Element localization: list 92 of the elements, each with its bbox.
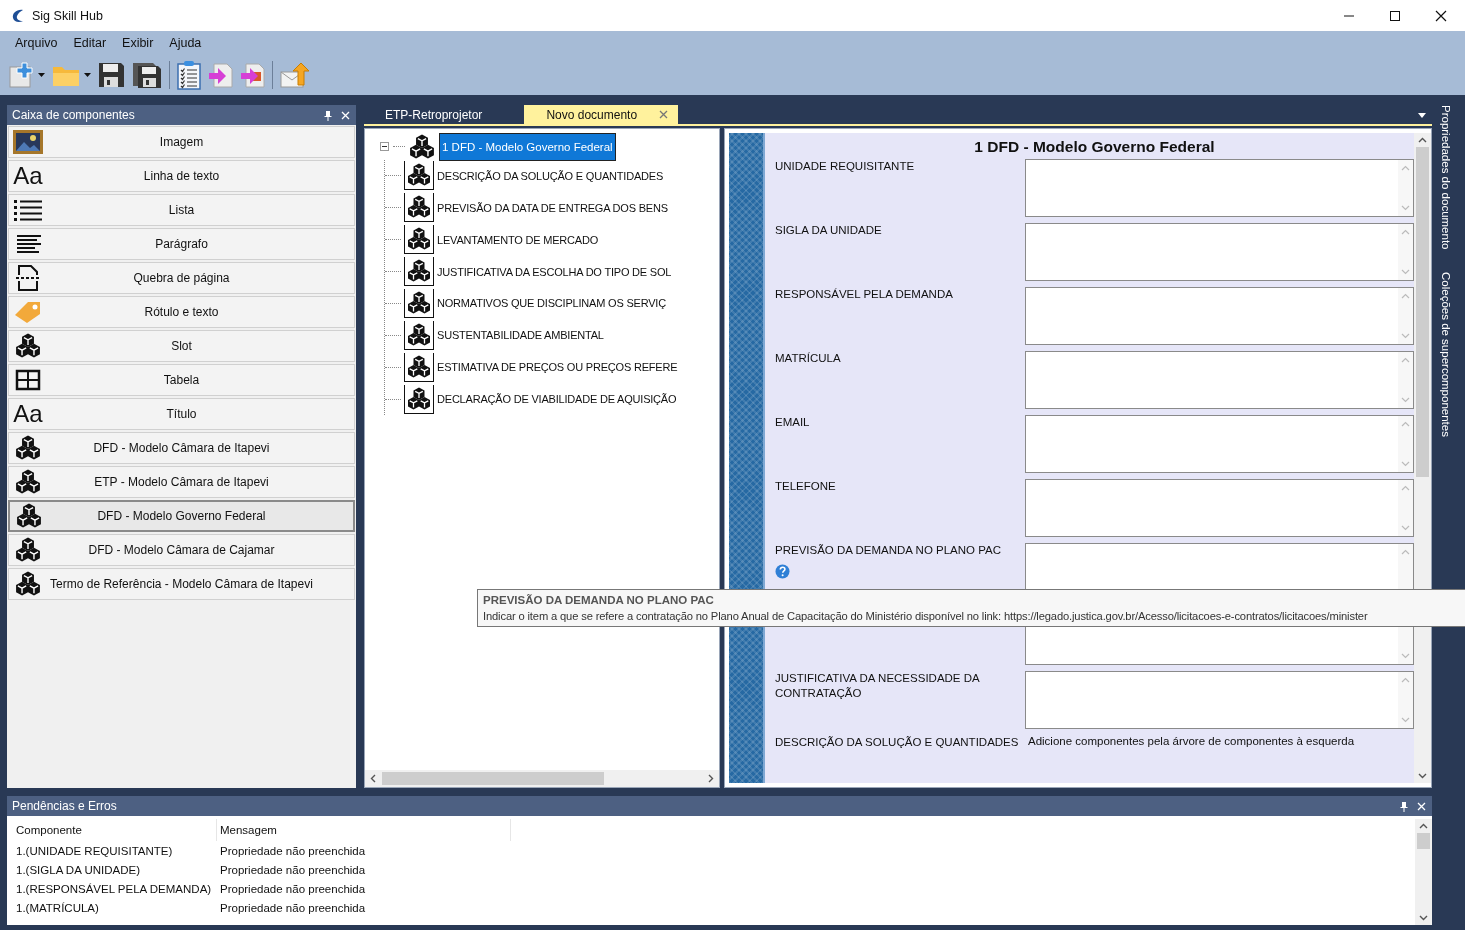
scroll-thumb[interactable] [1417,833,1430,849]
field-label: JUSTIFICATIVA DA NECESSIDADE DA CONTRATAÇÃO [775,671,981,701]
text-style-icon: Aa [13,401,43,427]
field-label: SIGLA DA UNIDADE [775,223,882,238]
table-icon [15,369,41,391]
cubes-icon [15,435,41,461]
field-label: TELEFONE [775,479,836,494]
tree-node[interactable]: PREVISÃO DA DATA DE ENTREGA DOS BENS [437,199,668,216]
scrollbar[interactable] [1415,819,1432,925]
component-item[interactable]: Slot [8,330,355,362]
panel-title: Pendências e Erros [12,799,117,813]
pin-icon[interactable] [1400,800,1408,812]
component-item[interactable]: DFD - Modelo Governo Federal [8,500,355,532]
component-item[interactable]: Quebra de página [8,262,355,294]
scroll-up-icon[interactable] [1418,137,1427,143]
side-tab[interactable]: Propriedades do documento [1440,105,1452,250]
scroll-down-icon[interactable] [1419,915,1428,921]
component-item[interactable]: ETP - Modelo Câmara de Itapevi [8,466,355,498]
text-style-icon: Aa [13,163,43,189]
pin-icon[interactable] [324,109,332,121]
scroll-thumb[interactable] [382,772,604,785]
paragraph-icon [15,233,41,255]
menu-item[interactable]: Arquivo [9,34,64,52]
menu-item[interactable]: Ajuda [163,34,208,52]
field-label: UNIDADE REQUISITANTE [775,159,915,174]
tooltip-title: PREVISÃO DA DEMANDA NO PLANO PAC [483,593,715,608]
field-label: MATRÍCULA [775,351,841,366]
tree-node[interactable]: LEVANTAMENTO DE MERCADO [437,231,599,248]
cubes-icon [409,133,435,160]
tree-node[interactable]: JUSTIFICATIVA DA ESCOLHA DO TIPO DE SOL [437,263,672,280]
menu-item[interactable]: Editar [67,34,113,52]
scroll-down-icon[interactable] [1418,773,1427,779]
component-item[interactable]: Termo de Referência - Modelo Câmara de Itapevi [8,568,355,600]
table-cell-text: Propriedade não preenchida [219,882,367,895]
cubes-icon [15,537,41,563]
field-label: EMAIL [775,415,810,430]
component-item[interactable]: Aa Linha de texto [8,160,355,192]
form-title: 1 DFD - Modelo Governo Federal [973,137,1216,157]
table-cell-text: Propriedade não preenchida [219,844,367,857]
scroll-thumb[interactable] [1416,147,1429,477]
collapse-icon[interactable] [380,142,389,151]
scroll-left-icon[interactable] [370,774,376,783]
tree-node[interactable]: NORMATIVOS QUE DISCIPLINAM OS SERVIÇ [437,295,666,312]
maximize-icon[interactable] [1389,9,1401,22]
table-cell-text: 1.(UNIDADE REQUISITANTE) [15,844,174,857]
component-item[interactable]: Lista [8,194,355,226]
menu-item[interactable]: Exibir [116,34,160,52]
tree-node[interactable]: DESCRIÇÃO DA SOLUÇÃO E QUANTIDADES [437,167,664,184]
page-break-icon [15,264,41,292]
help-icon[interactable] [775,564,790,579]
cubes-icon [15,571,41,597]
table-cell-text: Propriedade não preenchida [219,863,367,876]
scroll-up-icon[interactable] [1419,823,1428,829]
picture-frame-icon [12,129,44,155]
scrollbar[interactable] [1414,133,1431,783]
dropdown-caret-icon[interactable] [84,73,91,77]
component-item[interactable]: Imagem [8,126,355,158]
tooltip-text: Indicar o item a que se refere a contratação no Plano Anual de Capacitação do Ministério disponível no link: https://legado.justica.gov.br/Acesso/licitacoes-e-contratos/licitacoes/minister [483,609,1369,624]
table-cell-text: 1.(MATRÍCULA) [15,901,100,914]
list-icon [12,197,44,223]
side-tab[interactable]: Coleções de supercomponentes [1440,271,1452,437]
table-cell-text: 1.(SIGLA DA UNIDADE) [15,863,141,876]
table-cell-text: 1.(RESPONSÁVEL PELA DEMANDA) [15,882,213,895]
field-label: DESCRIÇÃO DA SOLUÇÃO E QUANTIDADES [775,735,1019,750]
field-label: RESPONSÁVEL PELA DEMANDA [775,287,953,302]
component-item[interactable]: Aa Título [8,398,355,430]
hint-text: Adicione componentes pela árvore de componentes à esquerda [1027,735,1356,749]
tree-node[interactable]: ESTIMATIVA DE PREÇOS OU PREÇOS REFERE [437,359,678,376]
dropdown-caret-icon[interactable] [38,73,45,77]
cubes-icon [15,333,41,359]
scroll-right-icon[interactable] [708,774,714,783]
table-cell-text: Propriedade não preenchida [219,901,367,914]
field-label: PREVISÃO DA DEMANDA NO PLANO PAC [775,543,1001,558]
tree-node[interactable]: 1 DFD - Modelo Governo Federal [439,132,616,161]
component-item[interactable]: Tabela [8,364,355,396]
component-item[interactable]: Rótulo e texto [8,296,355,328]
close-icon[interactable] [1435,9,1447,22]
tree-node[interactable]: DECLARAÇÃO DE VIABILIDADE DE AQUISIÇÃO [437,391,677,408]
tree-node[interactable]: SUSTENTABILIDADE AMBIENTAL [437,327,604,344]
cubes-icon [15,469,41,495]
column-header[interactable]: Componente [13,819,217,841]
window-title: Sig Skill Hub [32,8,103,23]
component-item[interactable]: DFD - Modelo Câmara de Cajamar [8,534,355,566]
dropdown-caret-icon[interactable] [1418,113,1426,118]
scrollbar[interactable] [365,770,719,787]
column-header[interactable]: Mensagem [217,819,511,841]
cubes-icon [16,503,42,529]
panel-title: Caixa de componentes [12,108,135,122]
document-tab[interactable]: Novo documento [524,105,679,124]
component-item[interactable]: DFD - Modelo Câmara de Itapevi [8,432,355,464]
document-tab[interactable]: ETP-Retroprojetor [364,105,519,124]
component-item[interactable]: Parágrafo [8,228,355,260]
